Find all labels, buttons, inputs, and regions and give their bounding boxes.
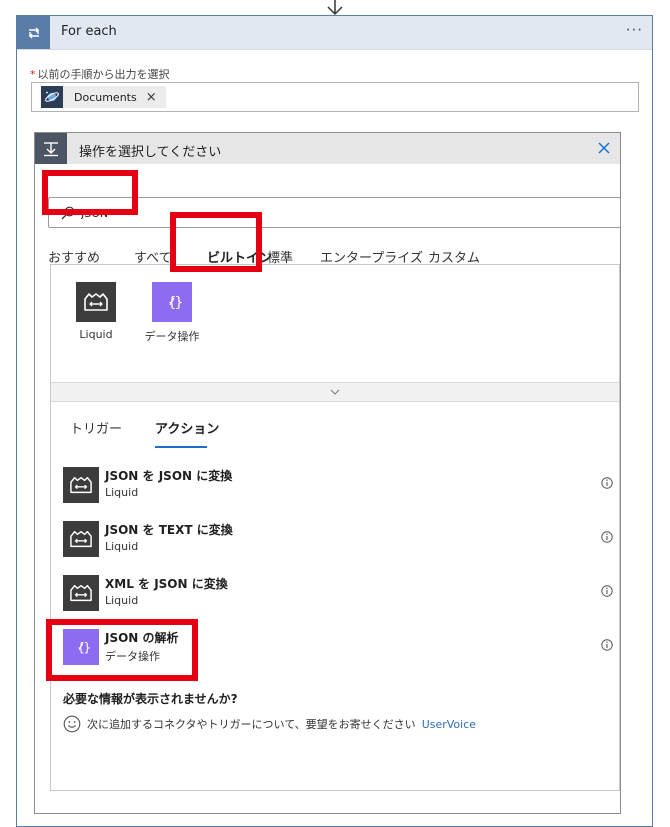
action-connector: Liquid — [105, 540, 139, 553]
action-connector: Liquid — [105, 594, 139, 607]
connector-label: データ操作 — [144, 330, 200, 343]
info-icon[interactable] — [601, 531, 613, 543]
required-mark: * — [30, 68, 36, 81]
foreach-title: For each — [61, 24, 117, 39]
token-remove-icon[interactable]: × — [146, 91, 157, 104]
liquid-icon — [76, 282, 116, 322]
suggestion-line: 次に追加するコネクタやトリガーについて、要望をお寄せください UserVoice — [63, 715, 476, 733]
trigger-action-tabs: トリガー アクション — [70, 418, 270, 448]
liquid-icon — [63, 467, 99, 503]
action-item-parse-json[interactable]: { } JSON の解析 データ操作 — [63, 629, 613, 667]
tab-actions[interactable]: アクション — [155, 418, 219, 437]
liquid-icon — [63, 521, 99, 557]
foreach-header[interactable]: For each ··· — [17, 16, 652, 50]
info-icon[interactable] — [601, 477, 613, 489]
action-title: XML を JSON に変換 — [105, 577, 228, 591]
documents-token[interactable]: Documents × — [41, 86, 166, 108]
liquid-icon — [63, 575, 99, 611]
info-icon[interactable] — [601, 585, 613, 597]
results-panel: Liquid { } データ操作 トリガー アクション JSON を JSON … — [50, 264, 620, 791]
suggestion-text: 次に追加するコネクタやトリガーについて、要望をお寄せください — [87, 718, 416, 731]
data-operation-icon: { } — [152, 282, 192, 322]
action-title: JSON を TEXT に変換 — [105, 523, 233, 537]
previous-output-field[interactable]: Documents × — [31, 82, 639, 112]
close-icon[interactable] — [596, 140, 612, 156]
action-item[interactable]: XML を JSON に変換 Liquid — [63, 575, 613, 613]
action-item[interactable]: JSON を JSON に変換 Liquid — [63, 467, 613, 505]
chevron-down-icon — [330, 389, 340, 395]
action-picker-title: 操作を選択してください — [79, 145, 222, 160]
action-connector: Liquid — [105, 486, 139, 499]
more-options-icon[interactable]: ··· — [626, 21, 643, 39]
action-icon — [35, 133, 67, 164]
connector-data-operation[interactable]: { } データ操作 — [136, 282, 208, 344]
cosmos-db-icon — [41, 86, 63, 108]
token-label: Documents — [74, 90, 137, 104]
action-connector: データ操作 — [105, 650, 160, 663]
connector-liquid[interactable]: Liquid — [60, 282, 132, 341]
collapse-bar[interactable] — [51, 382, 619, 402]
svg-text:}: } — [83, 640, 91, 655]
info-icon[interactable] — [601, 639, 613, 651]
action-title: JSON を JSON に変換 — [105, 469, 233, 483]
previous-output-label-text: 以前の手順から出力を選択 — [37, 68, 170, 81]
connector-label: Liquid — [79, 328, 113, 341]
foreach-card: For each ··· *以前の手順から出力を選択 Documents × — [16, 15, 653, 827]
loop-icon — [17, 16, 50, 49]
flow-arrow-down-icon — [327, 0, 343, 16]
active-subtab-indicator — [155, 446, 207, 448]
missing-info-title: 必要な情報が表示されませんか? — [63, 692, 238, 706]
action-title: JSON の解析 — [105, 631, 179, 645]
svg-text:}: } — [175, 295, 184, 311]
tab-triggers[interactable]: トリガー — [70, 418, 122, 437]
uservoice-link[interactable]: UserVoice — [422, 718, 476, 731]
search-input[interactable] — [81, 203, 601, 223]
search-box[interactable] — [48, 197, 621, 228]
search-icon — [61, 206, 75, 220]
smile-icon — [63, 715, 81, 733]
previous-output-label: * 以前の手順から出力を選択 — [30, 66, 170, 82]
action-picker-header: 操作を選択してください — [35, 133, 620, 164]
action-item[interactable]: JSON を TEXT に変換 Liquid — [63, 521, 613, 559]
data-operation-icon: { } — [63, 629, 99, 665]
